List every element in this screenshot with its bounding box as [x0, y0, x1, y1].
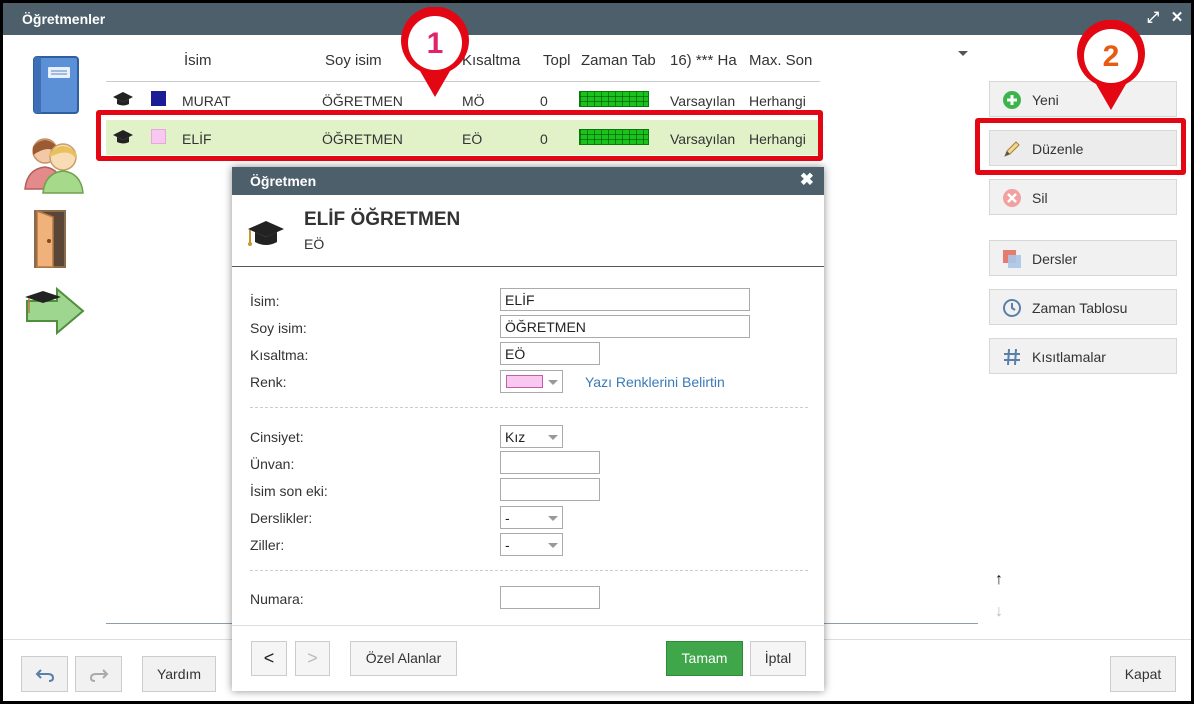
section-divider	[250, 570, 808, 571]
last-name-input[interactable]	[500, 315, 750, 338]
book-icon[interactable]	[21, 51, 91, 121]
classrooms-select-value: -	[505, 510, 510, 526]
dialog-teacher-name: ELİF ÖĞRETMEN	[304, 209, 461, 230]
callout-number-1: 1	[426, 27, 444, 60]
close-window-button[interactable]: Kapat	[1110, 656, 1176, 692]
help-button[interactable]: Yardım	[142, 656, 216, 692]
column-header-constraint[interactable]: 16) *** Ha	[670, 52, 740, 69]
highlight-box-row	[96, 110, 823, 161]
clock-icon	[1002, 298, 1022, 318]
classrooms-select[interactable]: -	[500, 506, 563, 529]
name-suffix-label: İsim son eki:	[250, 483, 328, 499]
timetable-button[interactable]: Zaman Tablosu	[989, 289, 1177, 325]
cell-max: Herhangi	[749, 93, 806, 109]
bells-select-value: -	[505, 537, 510, 553]
cell-first-name: MURAT	[182, 93, 231, 109]
ok-button[interactable]: Tamam	[666, 641, 743, 676]
move-up-icon[interactable]: ↑	[995, 571, 1003, 589]
move-down-icon[interactable]: ↓	[995, 603, 1003, 621]
timetable-grid-mini	[579, 91, 649, 107]
column-header-timetable[interactable]: Zaman Tab	[581, 52, 663, 69]
dialog-title: Öğretmen	[250, 173, 317, 189]
color-label: Renk:	[250, 374, 287, 390]
delete-icon	[1002, 188, 1022, 208]
classrooms-label: Derslikler:	[250, 510, 313, 526]
graduation-cap-icon	[112, 91, 134, 110]
cell-timetable: Varsayılan	[670, 93, 736, 109]
section-divider	[250, 407, 808, 408]
highlight-box-edit	[975, 118, 1186, 175]
columns-dropdown-icon[interactable]	[958, 51, 968, 56]
title-input[interactable]	[500, 451, 600, 474]
teacher-dialog: Öğretmen ✖ ELİF ÖĞRETMEN EÖ İsim: Soy is…	[232, 167, 824, 691]
column-header-max[interactable]: Max. Son	[749, 52, 819, 69]
delete-button[interactable]: Sil	[989, 179, 1177, 215]
redo-icon	[89, 666, 109, 683]
lessons-icon	[1002, 249, 1022, 269]
next-button[interactable]: >	[295, 641, 330, 676]
hash-icon	[1002, 347, 1022, 367]
name-suffix-input[interactable]	[500, 478, 600, 501]
redo-button[interactable]	[75, 656, 122, 692]
teachers-icon[interactable]	[21, 127, 91, 197]
last-name-label: Soy isim:	[250, 320, 307, 336]
column-header-abbr[interactable]: Kısaltma	[462, 52, 534, 69]
column-header-total[interactable]: Topl	[543, 52, 575, 69]
cell-last-name: ÖĞRETMEN	[322, 93, 403, 109]
abbr-input[interactable]	[500, 342, 600, 365]
gender-select[interactable]: Kız	[500, 425, 563, 448]
cancel-button[interactable]: İptal	[750, 641, 806, 676]
custom-fields-button[interactable]: Özel Alanlar	[350, 641, 457, 676]
cell-total: 0	[540, 93, 548, 109]
teacher-color-swatch	[151, 91, 166, 106]
bells-select[interactable]: -	[500, 533, 563, 556]
graduation-cap-icon	[246, 217, 286, 254]
text-colors-link[interactable]: Yazı Renklerini Belirtin	[585, 374, 725, 390]
window-titlebar: Öğretmenler ⤢ ✕	[3, 3, 1191, 35]
teachers-window: Öğretmenler ⤢ ✕ İsim Soy isim Kısaltma T…	[3, 3, 1191, 701]
dialog-header-divider	[232, 266, 824, 267]
dialog-titlebar: Öğretmen ✖	[232, 167, 824, 195]
undo-button[interactable]	[21, 656, 68, 692]
color-swatch	[506, 375, 543, 388]
classroom-door-icon[interactable]	[21, 205, 91, 275]
column-header-first-name[interactable]: İsim	[184, 52, 284, 69]
lessons-button-label: Dersler	[1032, 251, 1078, 267]
dialog-teacher-abbr: EÖ	[304, 236, 325, 252]
delete-button-label: Sil	[1032, 190, 1048, 206]
lessons-button[interactable]: Dersler	[989, 240, 1177, 276]
callout-number-2: 2	[1102, 40, 1120, 73]
dialog-footer-divider	[232, 625, 824, 626]
constraints-button[interactable]: Kısıtlamalar	[989, 338, 1177, 374]
dialog-close-icon[interactable]: ✖	[800, 170, 814, 190]
timetable-button-label: Zaman Tablosu	[1032, 300, 1128, 316]
chevron-down-icon	[548, 516, 558, 521]
callout-pin-2: 2	[1074, 19, 1148, 112]
close-icon[interactable]: ✕	[1168, 9, 1186, 27]
bells-label: Ziller:	[250, 537, 285, 553]
abbr-label: Kısaltma:	[250, 347, 309, 363]
next-arrow-icon[interactable]	[21, 283, 91, 353]
first-name-label: İsim:	[250, 293, 280, 309]
first-name-input[interactable]	[500, 288, 750, 311]
title-label: Ünvan:	[250, 456, 295, 472]
window-title: Öğretmenler	[22, 11, 106, 27]
color-picker[interactable]	[500, 370, 563, 393]
constraints-button-label: Kısıtlamalar	[1032, 349, 1106, 365]
callout-pin-1: 1	[398, 6, 472, 99]
chevron-down-icon	[548, 435, 558, 440]
number-input[interactable]	[500, 586, 600, 609]
chevron-down-icon	[548, 543, 558, 548]
undo-icon	[35, 666, 55, 683]
chevron-down-icon	[548, 380, 558, 385]
new-button-label: Yeni	[1032, 92, 1059, 108]
gender-select-value: Kız	[505, 429, 526, 445]
gender-label: Cinsiyet:	[250, 429, 304, 445]
plus-icon	[1002, 90, 1022, 110]
previous-button[interactable]: <	[251, 641, 287, 676]
number-label: Numara:	[250, 591, 304, 607]
